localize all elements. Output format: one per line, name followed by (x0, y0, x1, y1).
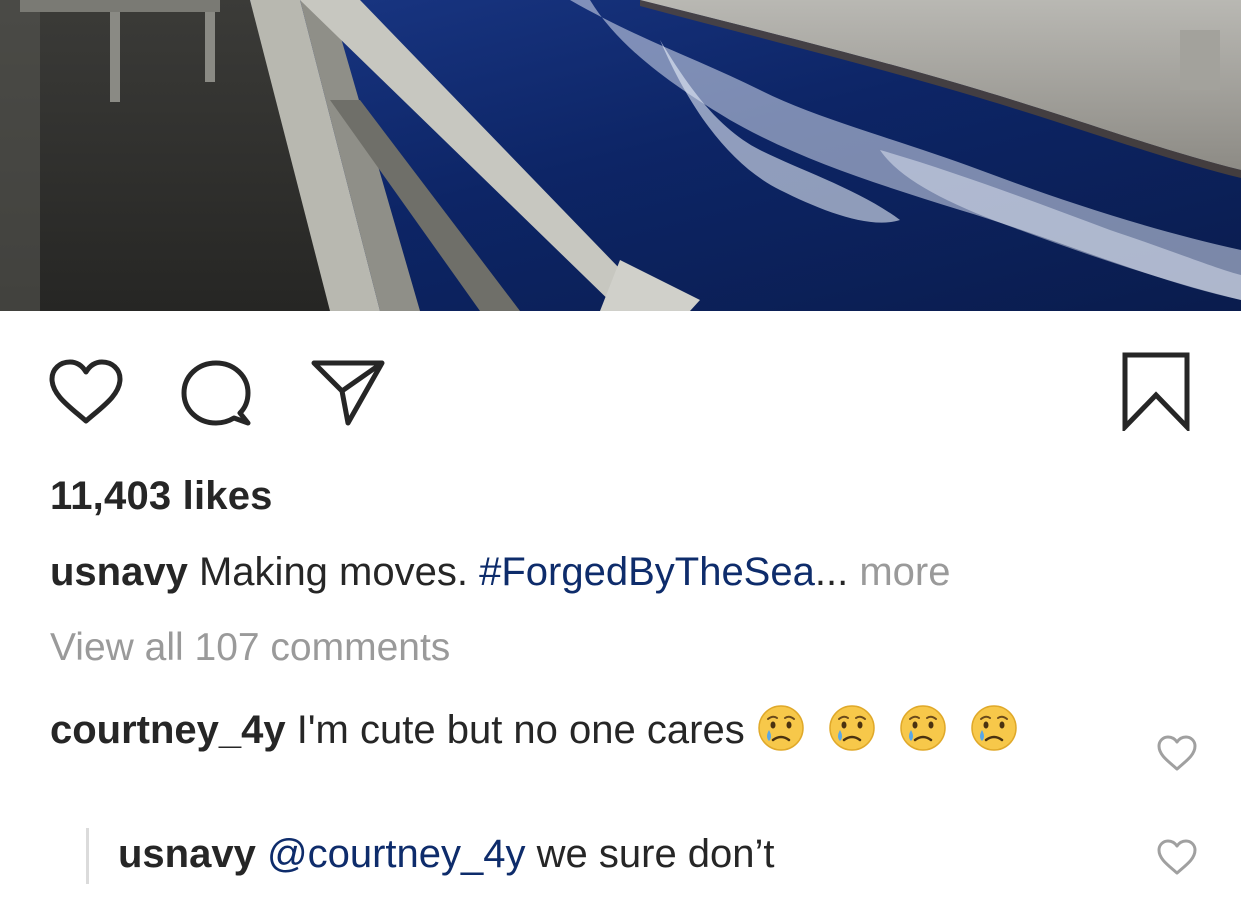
heart-icon[interactable] (48, 359, 124, 425)
comment-icon[interactable] (180, 357, 252, 429)
reply-username[interactable]: usnavy (118, 832, 256, 876)
post-photo[interactable] (0, 0, 1241, 311)
post-caption: usnavy Making moves. #ForgedByTheSea... … (50, 550, 950, 595)
comment-text: I'm cute but no one cares (296, 708, 745, 752)
caption-text: Making moves. (198, 550, 468, 594)
paper-plane-icon[interactable] (310, 357, 386, 427)
caption-username[interactable]: usnavy (50, 550, 188, 594)
reply-text: we sure don’t (536, 832, 775, 876)
crying-face-emoji-icon (827, 703, 877, 753)
view-all-comments-link[interactable]: View all 107 comments (50, 626, 450, 670)
crying-face-emoji-icon (969, 703, 1019, 753)
caption-hashtag[interactable]: #ForgedByTheSea (479, 550, 815, 594)
caption-more-link[interactable]: more (859, 550, 950, 594)
reply-mention[interactable]: @courtney_4y (267, 832, 526, 876)
comment-like-heart-icon[interactable] (1156, 734, 1198, 777)
crying-face-emoji-icon (756, 703, 806, 753)
bookmark-icon[interactable] (1121, 351, 1191, 431)
ship-deck-photo (0, 0, 1241, 311)
comment-emoji-row (756, 705, 1029, 752)
reply-like-heart-icon[interactable] (1156, 838, 1198, 881)
caption-ellipsis: ... (814, 550, 849, 594)
reply-item: usnavy @courtney_4y we sure don’t (118, 832, 775, 877)
comment-item: courtney_4y I'm cute but no one cares (50, 700, 1130, 760)
action-bar (0, 345, 1241, 431)
reply-thread-line (86, 828, 89, 884)
likes-count[interactable]: 11,403 likes (50, 474, 273, 519)
crying-face-emoji-icon (898, 703, 948, 753)
comment-username[interactable]: courtney_4y (50, 708, 286, 752)
